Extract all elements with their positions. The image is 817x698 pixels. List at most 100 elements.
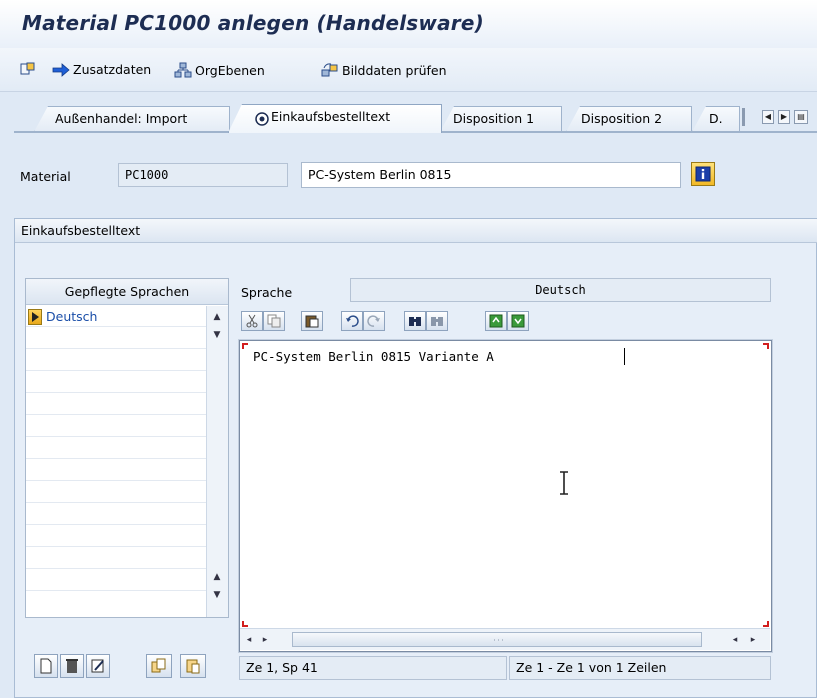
tab-disposition-2[interactable]: Disposition 2: [566, 106, 692, 132]
language-table-header: Gepflegte Sprachen: [26, 279, 228, 305]
org-levels-icon: [174, 62, 192, 78]
title-bar: Material PC1000 anlegen (Handelsware): [0, 0, 817, 48]
language-row-label: Deutsch: [46, 309, 98, 324]
tab-more-label: D.: [709, 111, 723, 126]
tab-list-button[interactable]: ▤: [794, 110, 808, 124]
bilddaten-pruefen-button[interactable]: Bilddaten prüfen: [321, 62, 447, 78]
scroll-left-icon[interactable]: ◂: [242, 631, 256, 649]
language-row-empty[interactable]: [26, 439, 206, 459]
scroll-up-icon[interactable]: ▲: [207, 568, 227, 586]
orgebenen-button[interactable]: OrgEbenen: [174, 62, 265, 78]
language-table-scrollbar[interactable]: ▲ ▼ ▲ ▼: [206, 306, 228, 617]
ibeam-cursor-icon: [560, 471, 568, 495]
tab-disposition-1-label: Disposition 1: [453, 111, 535, 126]
editor-corner-marker: [242, 621, 248, 627]
material-label: Material: [20, 169, 71, 184]
text-cursor: [624, 348, 625, 365]
language-row-empty[interactable]: [26, 527, 206, 547]
language-row-empty[interactable]: [26, 483, 206, 503]
line-count-field: Ze 1 - Ze 1 von 1 Zeilen: [509, 656, 771, 680]
language-row-empty[interactable]: [26, 329, 206, 349]
editor-text-content: PC-System Berlin 0815 Variante A: [253, 349, 494, 364]
orgebenen-label: OrgEbenen: [195, 62, 265, 78]
edit-text-icon: [91, 659, 104, 673]
delete-text-button[interactable]: [60, 654, 84, 678]
redo-icon: [367, 315, 380, 327]
other-view-button[interactable]: [20, 62, 36, 76]
language-row-empty[interactable]: [26, 417, 206, 437]
application-toolbar: Zusatzdaten OrgEbenen Bilddaten prüfen: [0, 48, 817, 92]
check-screen-data-icon: [321, 63, 338, 77]
tab-active-icon: [255, 112, 269, 126]
tab-aussenhandel-import[interactable]: Außenhandel: Import: [34, 106, 230, 132]
scroll-right-icon[interactable]: ▸: [258, 631, 272, 649]
tab-einkaufsbestelltext[interactable]: Einkaufsbestelltext: [228, 104, 442, 133]
upload-button[interactable]: [485, 311, 507, 331]
new-text-button[interactable]: [34, 654, 58, 678]
scroll-left-icon[interactable]: ◂: [728, 631, 742, 649]
editor-hscrollbar[interactable]: ◂ ▸ ◂ ▸: [240, 628, 770, 650]
grip-icon: [494, 639, 503, 641]
window-title: Material PC1000 anlegen (Handelsware): [22, 11, 484, 35]
delete-text-icon: [66, 659, 78, 673]
paste-text-button[interactable]: [180, 654, 206, 678]
language-row-empty[interactable]: [26, 461, 206, 481]
cut-button[interactable]: [241, 311, 263, 331]
copy-text-button[interactable]: [146, 654, 172, 678]
paste-text-icon: [186, 659, 200, 674]
language-row-deutsch[interactable]: Deutsch: [26, 307, 206, 327]
arrow-right-icon: [52, 62, 70, 77]
tab-scroll-right-button[interactable]: ▶: [778, 110, 790, 124]
other-view-icon: [20, 62, 35, 75]
language-row-empty[interactable]: [26, 571, 206, 591]
paste-icon: [305, 315, 319, 328]
tab-aussenhandel-import-label: Außenhandel: Import: [55, 111, 188, 126]
find-next-button[interactable]: [426, 311, 448, 331]
language-row-empty[interactable]: [26, 351, 206, 371]
scroll-right-icon[interactable]: ▸: [746, 631, 760, 649]
scroll-down-icon[interactable]: ▼: [207, 586, 227, 604]
language-row-empty[interactable]: [26, 373, 206, 393]
arrow-left-icon: ◀: [764, 112, 772, 121]
scroll-thumb[interactable]: [292, 632, 702, 647]
material-description-field[interactable]: PC-System Berlin 0815: [301, 162, 681, 188]
language-row-empty[interactable]: [26, 549, 206, 569]
group-title: Einkaufsbestelltext: [15, 219, 817, 243]
tab-divider: [742, 108, 745, 126]
download-icon: [511, 314, 525, 328]
download-button[interactable]: [507, 311, 529, 331]
language-row-empty[interactable]: [26, 395, 206, 415]
sprache-field[interactable]: Deutsch: [350, 278, 771, 302]
text-editor[interactable]: PC-System Berlin 0815 Variante A: [238, 339, 773, 653]
edit-text-button[interactable]: [86, 654, 110, 678]
editor-corner-marker: [763, 621, 769, 627]
copy-icon: [267, 314, 281, 328]
find-icon: [409, 317, 421, 326]
upload-icon: [489, 314, 503, 328]
tab-disposition-2-label: Disposition 2: [581, 111, 663, 126]
find-button[interactable]: [404, 311, 426, 331]
tab-list-icon: ▤: [797, 112, 805, 121]
language-row-empty[interactable]: [26, 505, 206, 525]
zusatzdaten-button[interactable]: Zusatzdaten: [52, 62, 151, 77]
copy-button[interactable]: [263, 311, 285, 331]
paste-button[interactable]: [301, 311, 323, 331]
tab-scroll-left-button[interactable]: ◀: [762, 110, 774, 124]
row-selector-icon: [28, 309, 42, 325]
cursor-position-field: Ze 1, Sp 41: [239, 656, 507, 680]
material-field[interactable]: PC1000: [118, 163, 288, 187]
sprache-label: Sprache: [241, 285, 293, 300]
undo-button[interactable]: [341, 311, 363, 331]
find-next-icon: [431, 317, 443, 326]
scroll-up-icon[interactable]: ▲: [207, 308, 227, 326]
tab-disposition-1[interactable]: Disposition 1: [440, 106, 562, 132]
redo-button[interactable]: [363, 311, 385, 331]
language-table: Gepflegte Sprachen Deutsch ▲ ▼ ▲ ▼: [25, 278, 229, 618]
zusatzdaten-label: Zusatzdaten: [73, 62, 152, 77]
info-button[interactable]: [691, 162, 715, 186]
info-icon: [695, 166, 711, 182]
arrow-right-small-icon: ▶: [780, 112, 788, 121]
editor-corner-marker: [763, 343, 769, 349]
scroll-down-icon[interactable]: ▼: [207, 326, 227, 344]
editor-corner-marker: [242, 343, 248, 349]
